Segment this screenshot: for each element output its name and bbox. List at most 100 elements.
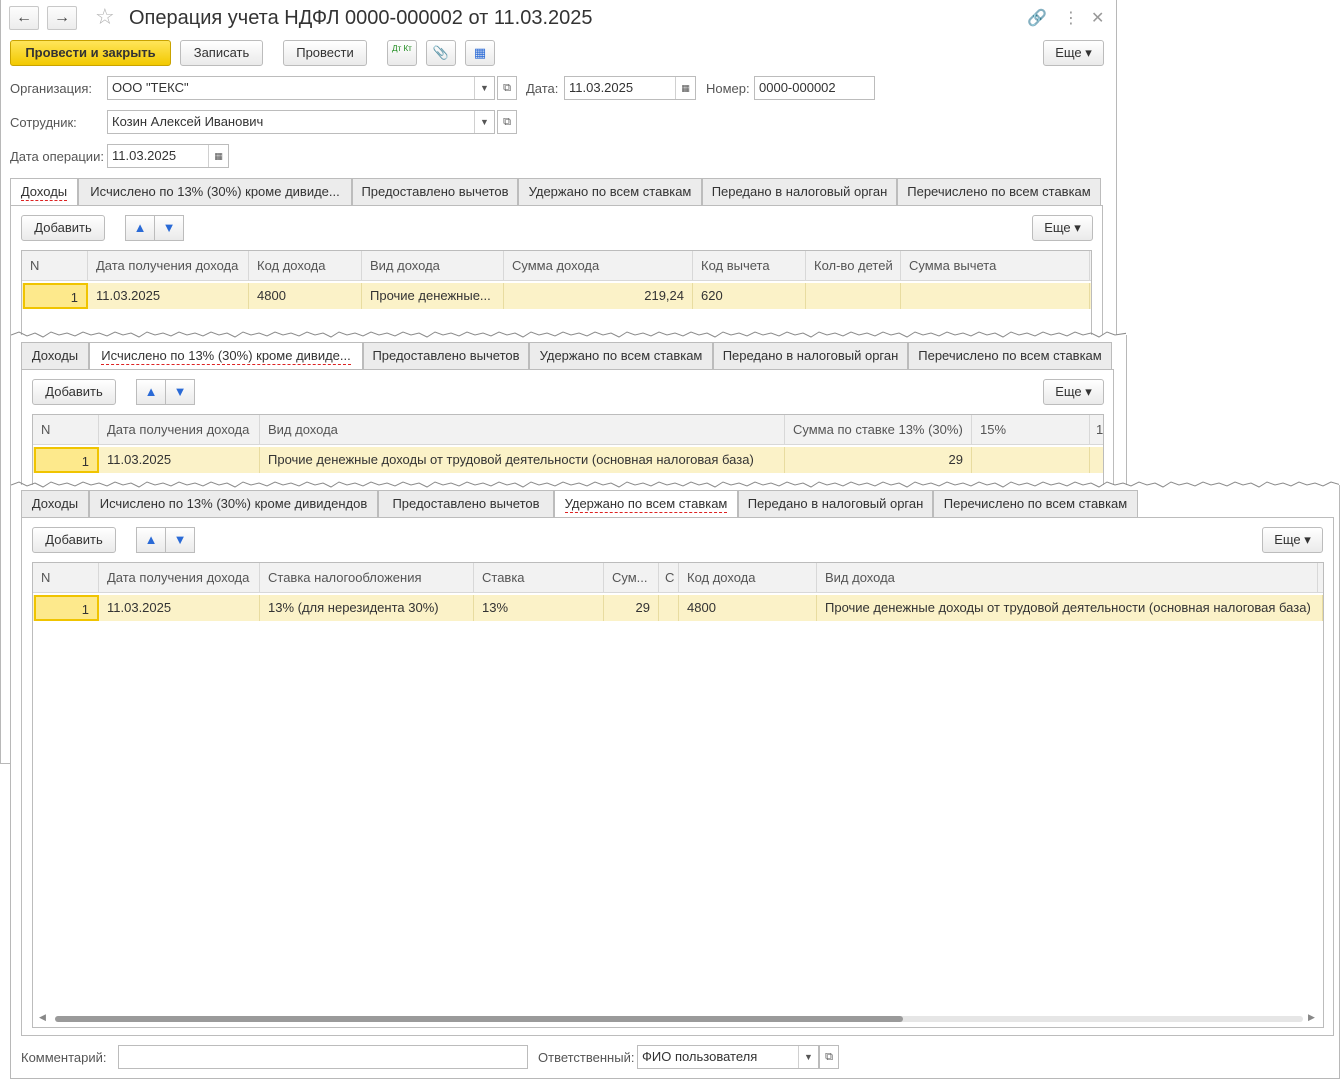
scroll-thumb[interactable] [55,1016,903,1022]
arrow-up-icon[interactable]: ▲ [136,379,166,405]
column-header[interactable]: Код дохода [249,251,362,281]
column-header[interactable]: Вид дохода [362,251,504,281]
cell[interactable]: Прочие денежные доходы от трудовой деяте… [260,447,785,473]
forward-arrow-icon[interactable]: → [47,6,77,30]
close-icon[interactable]: ✕ [1091,8,1104,28]
arrow-down-icon[interactable]: ▼ [154,215,184,241]
arrow-down-icon[interactable]: ▼ [165,527,195,553]
calendar-icon[interactable]: ▦ [675,77,695,99]
cell[interactable]: 1 [23,283,88,309]
cell[interactable]: 219,24 [504,283,693,309]
cell[interactable] [806,283,901,309]
more-button[interactable]: Еще ▾ [1043,379,1104,405]
comment-input[interactable] [118,1045,528,1069]
open-icon[interactable]: ⧉ [497,76,517,100]
arrow-up-icon[interactable]: ▲ [125,215,155,241]
cell[interactable]: Прочие денежные доходы от трудовой деяте… [817,595,1323,621]
post-and-close-button[interactable]: Провести и закрыть [10,40,171,66]
column-header[interactable]: 15% [972,415,1090,445]
table-row[interactable]: 1 11.03.2025 4800 Прочие денежные... 219… [22,283,1091,309]
column-header[interactable]: Код вычета [693,251,806,281]
link-icon[interactable]: 🔗 [1027,8,1047,28]
column-header[interactable]: Ставка [474,563,604,593]
cell[interactable] [1090,447,1103,473]
horizontal-scrollbar[interactable]: ◀ ▶ [33,1012,1323,1025]
calendar-icon[interactable]: ▦ [208,145,228,167]
column-header[interactable]: Кол-во детей [806,251,901,281]
tab-paid[interactable]: Перечислено по всем ставкам [897,178,1101,205]
more-button[interactable]: Еще ▾ [1262,527,1323,553]
tab-incomes[interactable]: Доходы [21,490,89,517]
cell[interactable]: 4800 [679,595,817,621]
scroll-left-icon[interactable]: ◀ [39,1012,46,1023]
column-header[interactable]: Сумма дохода [504,251,693,281]
tab-deductions[interactable]: Предоставлено вычетов [352,178,518,205]
column-header[interactable]: С [659,563,679,593]
structure-icon[interactable]: ▦ [465,40,495,66]
more-button[interactable]: Еще ▾ [1043,40,1104,66]
cell[interactable]: 13% [474,595,604,621]
add-button[interactable]: Добавить [21,215,105,241]
tab-paid[interactable]: Перечислено по всем ставкам [908,342,1112,369]
cell[interactable]: 620 [693,283,806,309]
star-icon[interactable]: ☆ [95,4,115,30]
add-button[interactable]: Добавить [32,379,116,405]
post-button[interactable]: Провести [283,40,367,66]
column-header[interactable]: Ставка налогообложения [260,563,474,593]
column-header[interactable]: Сумма по ставке 13% (30%) [785,415,972,445]
column-header[interactable]: N [33,563,99,593]
tab-paid[interactable]: Перечислено по всем ставкам [933,490,1138,517]
more-button[interactable]: Еще ▾ [1032,215,1093,241]
cell[interactable]: 11.03.2025 [99,447,260,473]
column-header[interactable]: 1 [1090,415,1103,445]
column-header[interactable]: Вид дохода [260,415,785,445]
chevron-down-icon[interactable]: ▼ [474,77,494,99]
tab-transferred[interactable]: Передано в налоговый орган [702,178,897,205]
back-arrow-icon[interactable]: ← [9,6,39,30]
chevron-down-icon[interactable]: ▼ [798,1046,818,1068]
tab-withheld[interactable]: Удержано по всем ставкам [529,342,713,369]
cell[interactable]: Прочие денежные... [362,283,504,309]
opdate-field[interactable]: 11.03.2025 ▦ [107,144,229,168]
tab-calculated[interactable]: Исчислено по 13% (30%) кроме дивидендов [89,490,378,517]
cell[interactable]: 11.03.2025 [99,595,260,621]
cell[interactable] [659,595,679,621]
cell[interactable]: 13% (для нерезидента 30%) [260,595,474,621]
open-icon[interactable]: ⧉ [819,1045,839,1069]
arrow-down-icon[interactable]: ▼ [165,379,195,405]
column-header[interactable]: Дата получения дохода [99,563,260,593]
cell[interactable]: 1 [34,595,99,621]
cell[interactable]: 1 [34,447,99,473]
open-icon[interactable]: ⧉ [497,110,517,134]
tab-transferred[interactable]: Передано в налоговый орган [713,342,908,369]
employee-field[interactable]: Козин Алексей Иванович ▼ [107,110,495,134]
tab-incomes[interactable]: Доходы [10,178,78,206]
tab-incomes[interactable]: Доходы [21,342,89,369]
org-field[interactable]: ООО "ТЕКС" ▼ [107,76,495,100]
add-button[interactable]: Добавить [32,527,116,553]
kebab-menu-icon[interactable]: ⋮ [1063,8,1079,28]
chevron-down-icon[interactable]: ▼ [474,111,494,133]
column-header[interactable]: Дата получения дохода [99,415,260,445]
cell[interactable]: 4800 [249,283,362,309]
cell[interactable]: 29 [785,447,972,473]
paperclip-icon[interactable]: 📎 [426,40,456,66]
tab-calculated[interactable]: Исчислено по 13% (30%) кроме дивиде... [78,178,352,205]
arrow-up-icon[interactable]: ▲ [136,527,166,553]
column-header[interactable]: Код дохода [679,563,817,593]
tab-deductions[interactable]: Предоставлено вычетов [363,342,529,369]
tab-withheld[interactable]: Удержано по всем ставкам [518,178,702,205]
tab-withheld[interactable]: Удержано по всем ставкам [554,490,738,518]
cell[interactable] [901,283,1090,309]
tab-transferred[interactable]: Передано в налоговый орган [738,490,933,517]
column-header[interactable]: Вид дохода [817,563,1318,593]
cell[interactable]: 11.03.2025 [88,283,249,309]
number-field[interactable]: 0000-000002 [754,76,875,100]
scroll-right-icon[interactable]: ▶ [1308,1012,1315,1023]
dt-kt-icon[interactable]: Дт Кт [387,40,417,66]
responsible-field[interactable]: ФИО пользователя ▼ [637,1045,819,1069]
column-header[interactable]: Сумма вычета [901,251,1090,281]
column-header[interactable]: N [22,251,88,281]
column-header[interactable]: Дата получения дохода [88,251,249,281]
tab-deductions[interactable]: Предоставлено вычетов [378,490,554,517]
